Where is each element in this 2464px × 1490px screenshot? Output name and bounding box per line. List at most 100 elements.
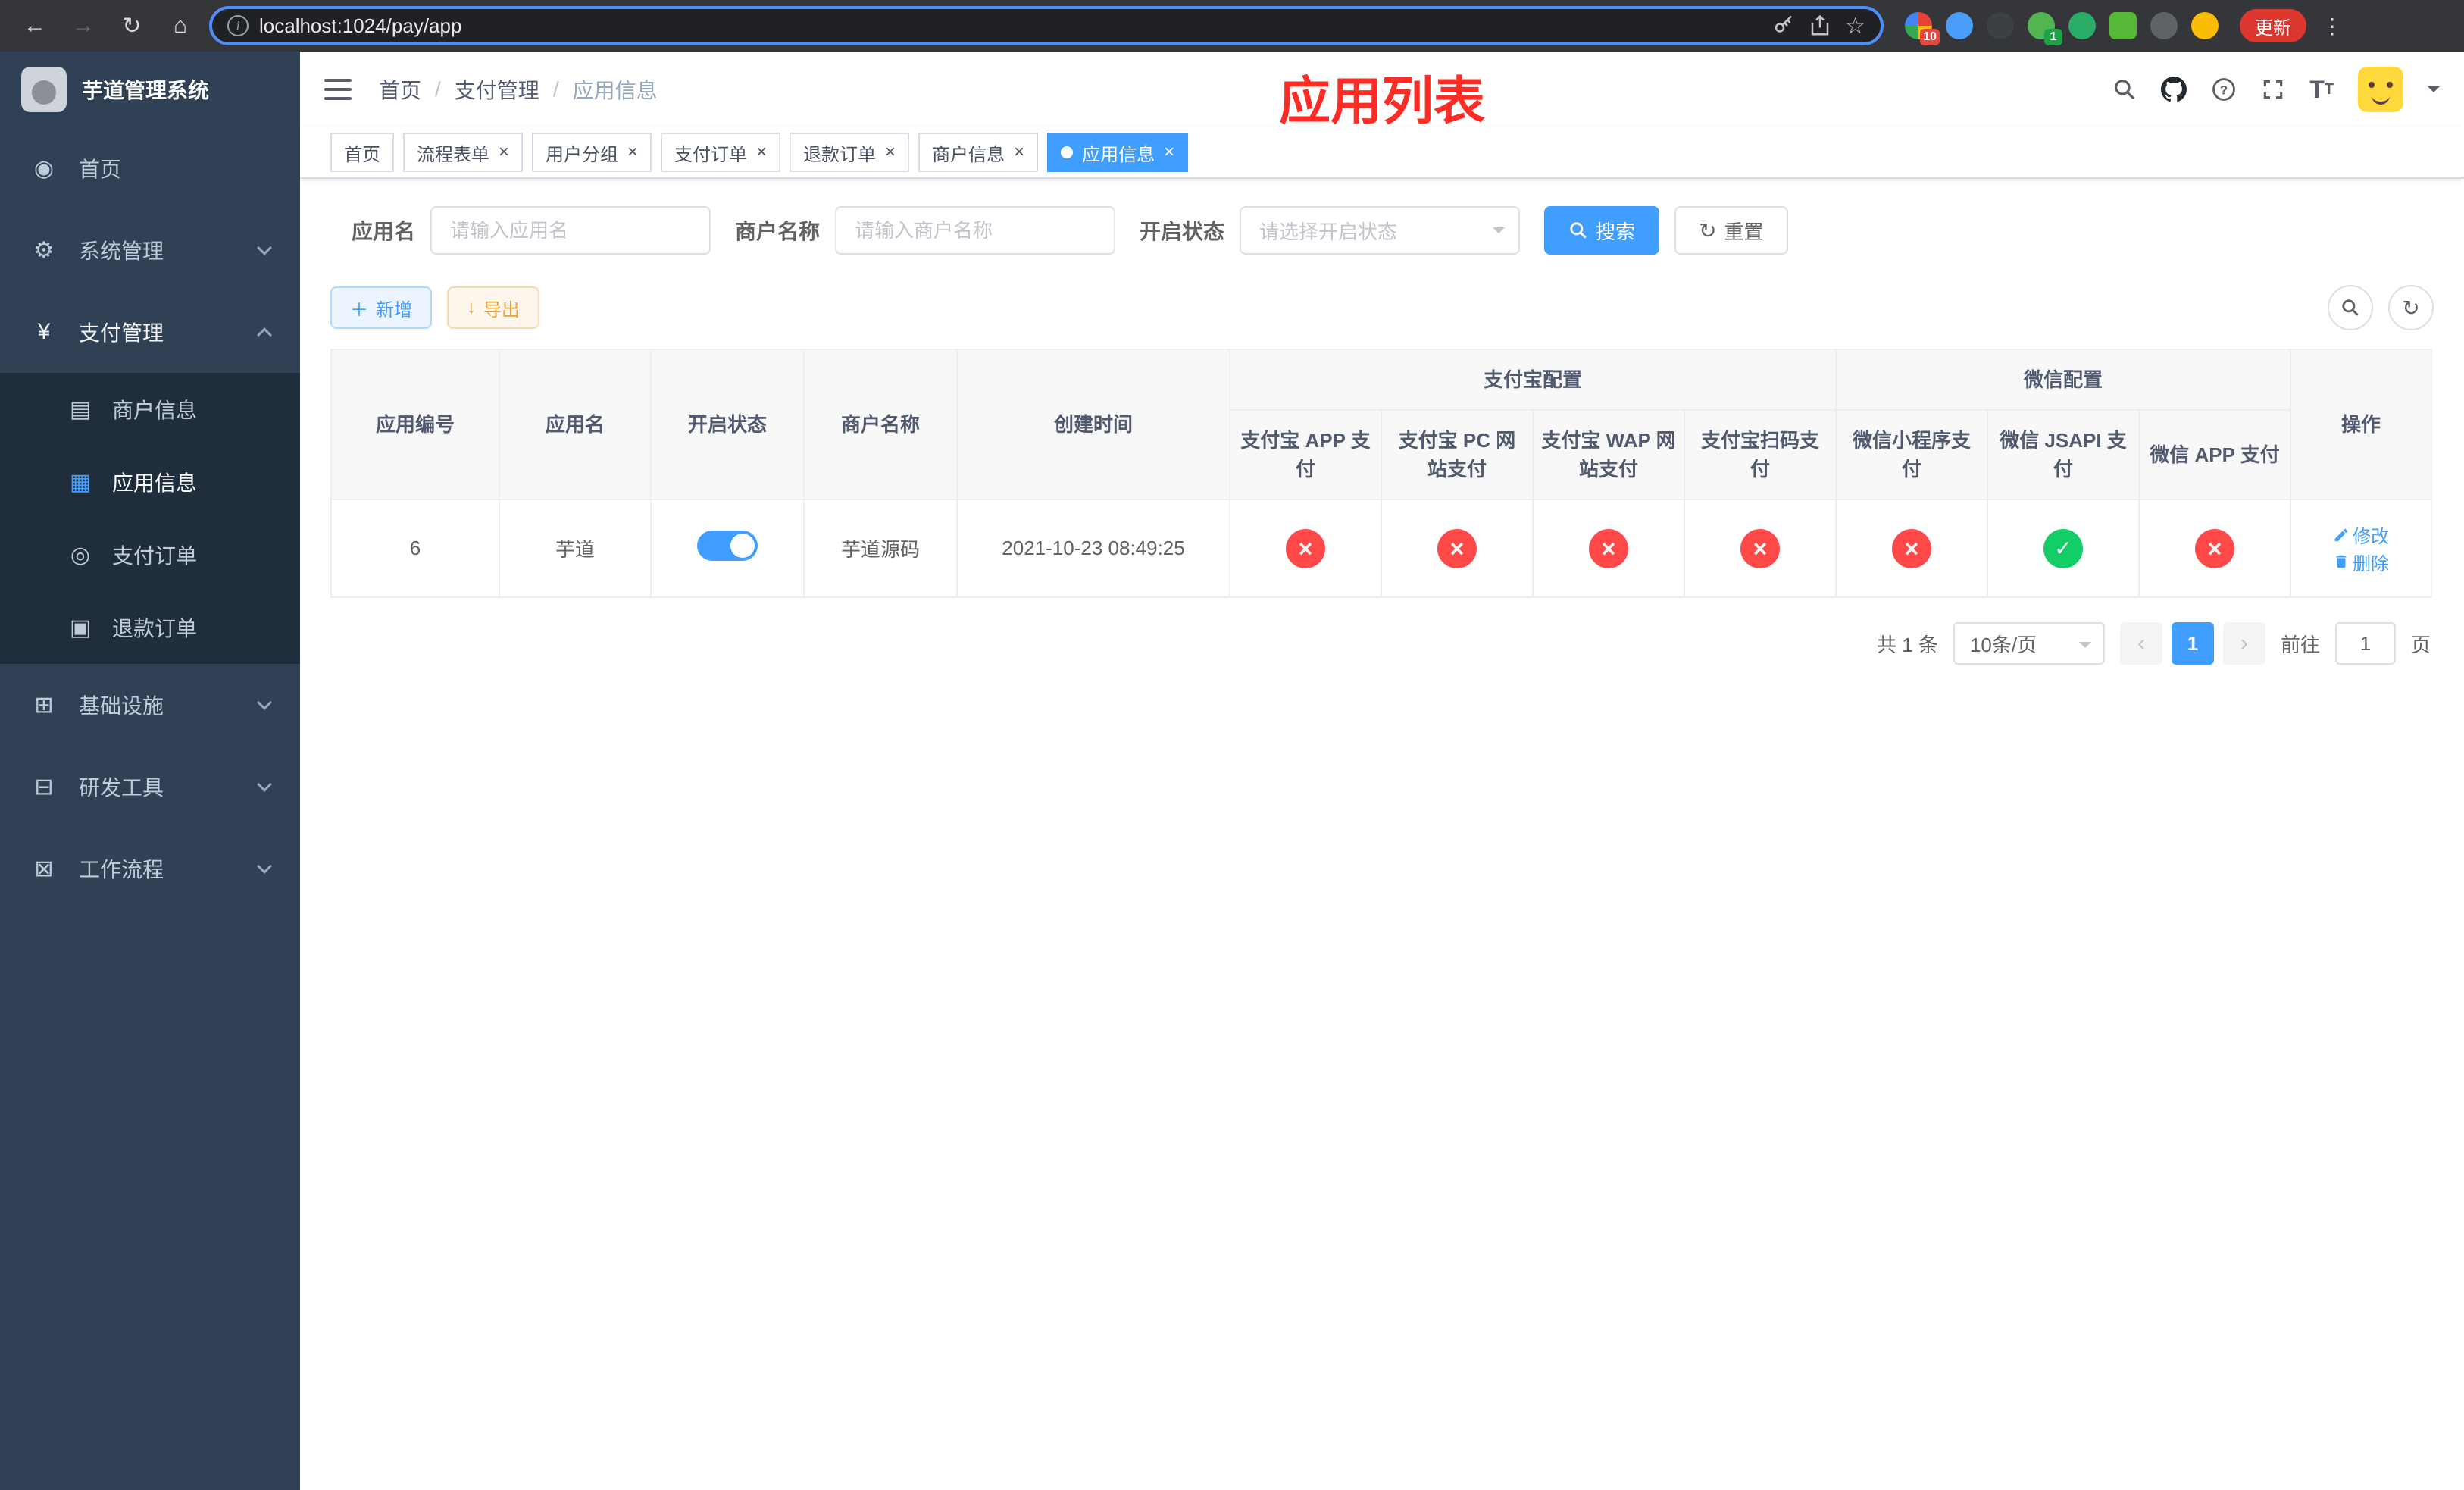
- extension-icon-5[interactable]: [2068, 12, 2096, 39]
- page-size-select[interactable]: 10条/页: [1953, 622, 2105, 665]
- browser-menu-icon[interactable]: ⋮: [2322, 14, 2343, 39]
- cell-created-at: 2021-10-23 08:49:25: [956, 499, 1230, 598]
- sidebar-subitem-app-info[interactable]: ▦ 应用信息: [0, 446, 300, 518]
- grid-icon: ▦: [69, 469, 92, 495]
- password-key-icon[interactable]: [1772, 14, 1795, 37]
- reload-icon[interactable]: ↻: [112, 6, 152, 45]
- add-button[interactable]: ＋ 新增: [330, 286, 432, 329]
- tab-close-icon[interactable]: ×: [885, 143, 896, 161]
- table-toolbar: ＋ 新增 ↓ 导出 ↻: [330, 285, 2434, 330]
- extension-icon-4[interactable]: 1: [2028, 12, 2062, 45]
- goto-suffix: 页: [2410, 633, 2431, 656]
- status-select[interactable]: 请选择开启状态: [1240, 206, 1521, 255]
- col-created-at: 创建时间: [956, 349, 1230, 500]
- sidebar-subitem-merchant[interactable]: ▤ 商户信息: [0, 373, 300, 446]
- tab-label: 支付订单: [674, 144, 748, 165]
- next-page-button[interactable]: ›: [2222, 622, 2265, 665]
- alipay-wap-status-icon: [1589, 528, 1628, 568]
- sidebar-item-system[interactable]: ⚙ 系统管理: [0, 209, 300, 291]
- tab-app-info[interactable]: 应用信息 ×: [1047, 133, 1189, 172]
- back-icon[interactable]: ←: [15, 6, 55, 45]
- delete-button[interactable]: 删除: [2333, 549, 2389, 575]
- pagination-total: 共 1 条: [1877, 633, 1938, 656]
- chevron-up-icon: [257, 327, 272, 343]
- goto-page-input[interactable]: [2334, 622, 2396, 665]
- prev-page-button[interactable]: ‹: [2119, 622, 2162, 665]
- add-button-label: 新增: [376, 299, 412, 321]
- sidebar-item-label: 支付管理: [79, 321, 164, 345]
- trash-icon: [2336, 555, 2347, 568]
- sidebar-subitem-refund-order[interactable]: ▣ 退款订单: [0, 591, 300, 664]
- alipay-pc-status-icon: [1437, 528, 1477, 568]
- search-button-label: 搜索: [1596, 220, 1636, 243]
- sidebar-item-workflow[interactable]: ⊠ 工作流程: [0, 828, 300, 909]
- tab-close-icon[interactable]: ×: [1164, 143, 1174, 161]
- svg-text:?: ?: [2220, 83, 2228, 97]
- share-icon[interactable]: [1809, 14, 1831, 37]
- help-icon[interactable]: ?: [2211, 77, 2237, 102]
- edit-button[interactable]: 修改: [2333, 521, 2389, 548]
- reset-button[interactable]: ↻ 重置: [1674, 206, 1788, 255]
- extension-icon-6[interactable]: [2109, 12, 2137, 39]
- chrome-update-button[interactable]: 更新: [2240, 9, 2306, 42]
- forward-icon[interactable]: →: [64, 6, 103, 45]
- chevron-down-icon: [257, 859, 272, 874]
- extension-icon-2[interactable]: [1946, 12, 1973, 39]
- sidebar-item-label: 研发工具: [79, 776, 164, 800]
- tab-user-group[interactable]: 用户分组 ×: [532, 133, 652, 172]
- avatar-caret-icon[interactable]: [2428, 86, 2440, 99]
- sidebar-item-devtools[interactable]: ⊟ 研发工具: [0, 746, 300, 828]
- export-button[interactable]: ↓ 导出: [447, 286, 539, 329]
- tab-home[interactable]: 首页: [330, 133, 394, 172]
- refresh-table-icon[interactable]: ↻: [2388, 285, 2434, 330]
- search-button[interactable]: 搜索: [1544, 206, 1660, 255]
- tab-refund-order[interactable]: 退款订单 ×: [790, 133, 910, 172]
- tab-close-icon[interactable]: ×: [499, 143, 509, 161]
- user-avatar[interactable]: [2358, 67, 2403, 112]
- wechat-jsapi-status-icon: [2043, 528, 2084, 568]
- extension-icon-1[interactable]: 10: [1905, 12, 1940, 45]
- sidebar-subitem-pay-order[interactable]: ◎ 支付订单: [0, 518, 300, 591]
- merchant-name-input[interactable]: [835, 206, 1116, 255]
- font-size-icon[interactable]: TT: [2309, 76, 2334, 104]
- alipay-qr-status-icon: [1740, 528, 1780, 568]
- breadcrumb-payment[interactable]: 支付管理: [455, 74, 539, 105]
- breadcrumb-home[interactable]: 首页: [379, 74, 421, 105]
- tab-close-icon[interactable]: ×: [756, 143, 767, 161]
- sidebar-collapse-icon[interactable]: [324, 79, 352, 100]
- sidebar-item-payment[interactable]: ¥ 支付管理: [0, 291, 300, 373]
- sidebar-item-label: 基础设施: [79, 694, 164, 718]
- app-name-input[interactable]: [430, 206, 711, 255]
- extension-icon-3[interactable]: [1987, 12, 2014, 39]
- tab-close-icon[interactable]: ×: [627, 143, 638, 161]
- home-icon[interactable]: ⌂: [161, 6, 200, 45]
- sidebar-item-infra[interactable]: ⊞ 基础设施: [0, 664, 300, 746]
- tab-pay-order[interactable]: 支付订单 ×: [661, 133, 781, 172]
- fullscreen-icon[interactable]: [2261, 77, 2285, 102]
- tab-close-icon[interactable]: ×: [1014, 143, 1024, 161]
- infra-icon: ⊞: [34, 692, 54, 718]
- chevron-down-icon: [257, 695, 272, 710]
- search-icon[interactable]: [2112, 77, 2137, 102]
- tab-merchant-info[interactable]: 商户信息 ×: [918, 133, 1039, 172]
- workflow-icon: ⊠: [34, 856, 54, 881]
- status-toggle[interactable]: [697, 531, 758, 561]
- tab-process-form[interactable]: 流程表单 ×: [403, 133, 524, 172]
- extension-puzzle-icon[interactable]: [2150, 12, 2178, 39]
- cell-merchant: 芋道源码: [803, 499, 958, 598]
- toggle-search-icon[interactable]: [2328, 285, 2373, 330]
- github-icon[interactable]: [2161, 77, 2187, 102]
- current-page-button[interactable]: 1: [2171, 622, 2214, 665]
- address-bar[interactable]: i localhost:1024/pay/app ☆: [209, 6, 1884, 45]
- extension-emoji-icon[interactable]: [2191, 12, 2219, 39]
- cell-status: [650, 499, 805, 598]
- site-info-icon[interactable]: i: [227, 15, 249, 36]
- group-wechat-config: 微信配置: [1835, 349, 2292, 411]
- extensions-row: 10 1: [1905, 12, 2219, 45]
- url-text[interactable]: localhost:1024/pay/app: [259, 14, 1762, 38]
- sidebar-logo-row[interactable]: 芋道管理系统: [0, 52, 300, 127]
- bookmark-star-icon[interactable]: ☆: [1845, 13, 1865, 39]
- page-annotation-title: 应用列表: [1278, 73, 1486, 130]
- sidebar-item-home[interactable]: ◉ 首页: [0, 127, 300, 209]
- col-app-id: 应用编号: [330, 349, 500, 500]
